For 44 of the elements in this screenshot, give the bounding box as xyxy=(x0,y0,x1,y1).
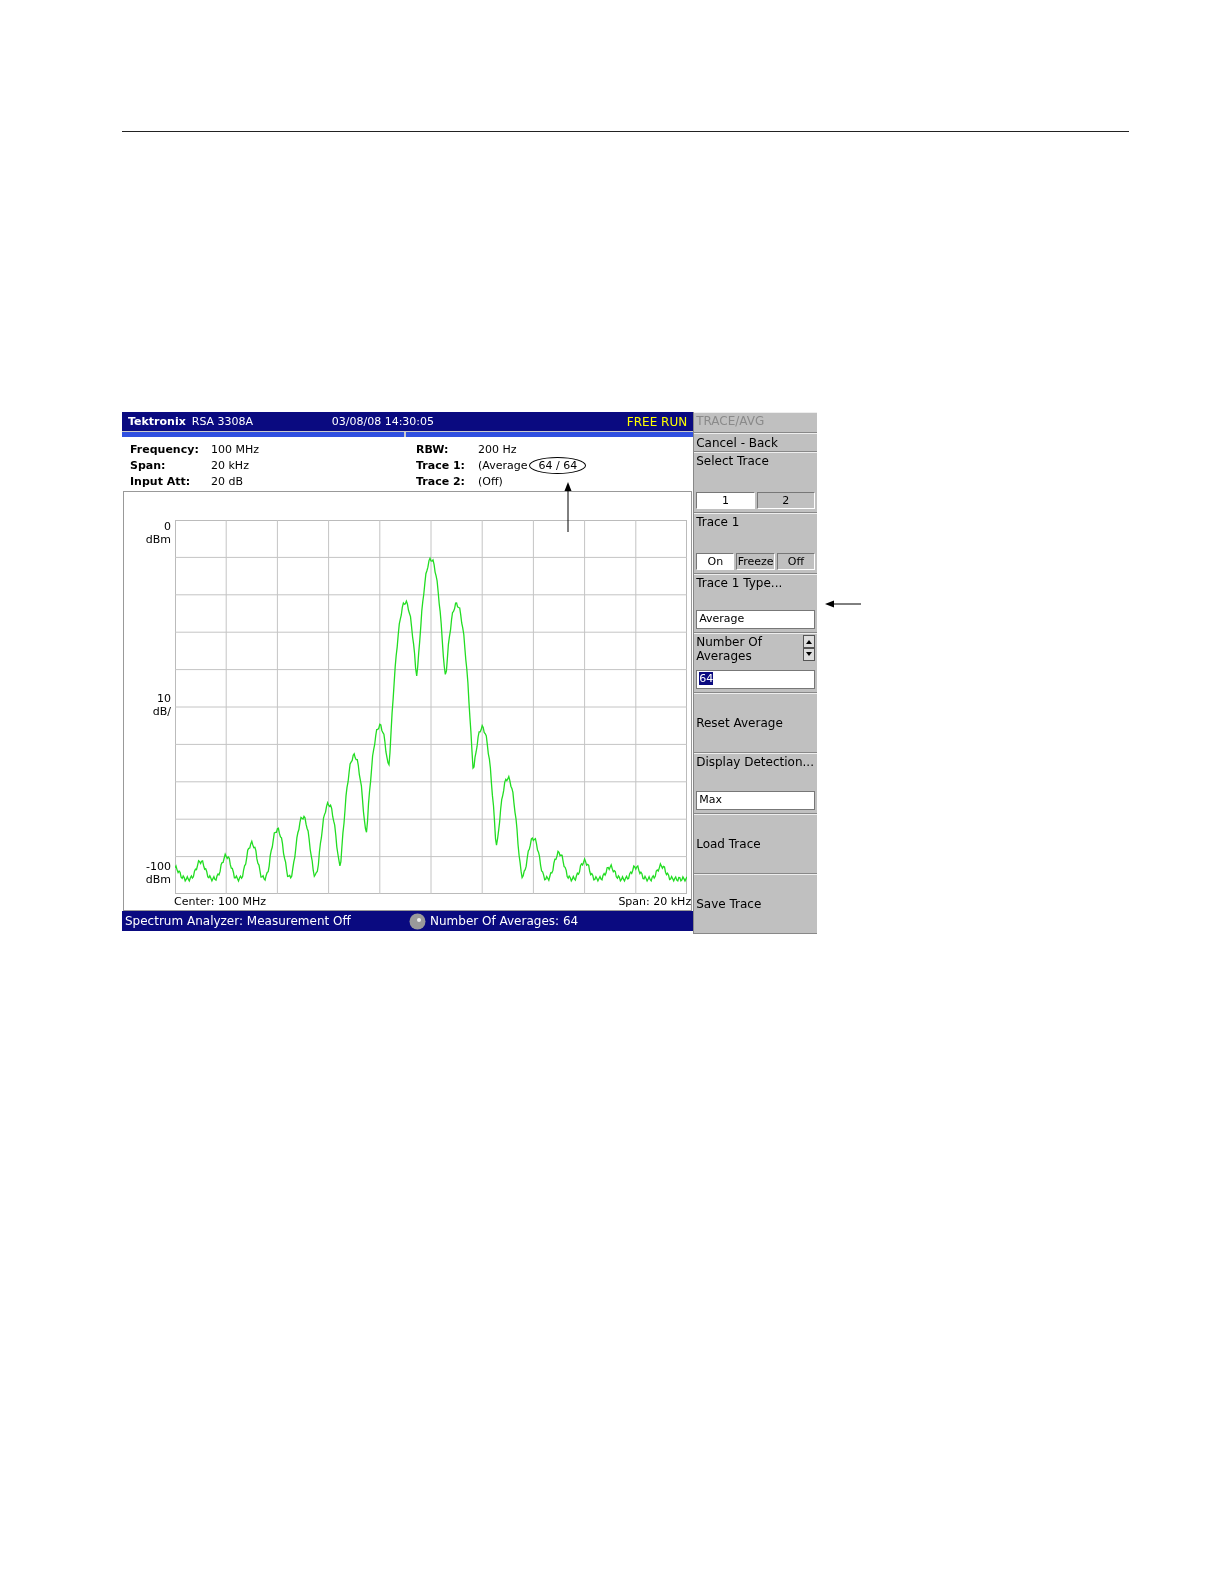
readout-value: (Average xyxy=(478,458,528,472)
option-button[interactable]: 2 xyxy=(756,492,815,509)
knob-readout: Number Of Averages: 64 xyxy=(430,914,579,928)
date-time: 03/08/08 14:30:05 xyxy=(331,415,436,428)
option-button[interactable]: Freeze xyxy=(736,553,775,570)
readout-label: Span: xyxy=(130,458,167,472)
spinner-arrows-icon[interactable] xyxy=(803,635,815,661)
knob-icon xyxy=(409,912,426,930)
softkey-button[interactable]: Cancel - Back xyxy=(696,435,815,450)
softkey-button[interactable]: Load Trace xyxy=(696,816,815,872)
softkey-label: Trace 1 xyxy=(696,515,741,529)
callout-arrow xyxy=(825,599,861,609)
value-field[interactable]: Average xyxy=(696,610,815,629)
softkey-label: Trace 1 Type... xyxy=(696,576,784,590)
softkey-label: Display Detection... xyxy=(696,755,815,769)
readout-value: 100 MHz xyxy=(211,442,260,456)
option-button[interactable]: On xyxy=(696,553,735,570)
option-button[interactable]: 1 xyxy=(696,492,755,509)
y-axis-label: -100 dBm xyxy=(145,860,171,886)
readout-label: Frequency: xyxy=(130,442,200,456)
option-button[interactable]: Off xyxy=(776,553,815,570)
value-field[interactable]: Max xyxy=(696,791,815,810)
softkey-button[interactable]: Save Trace xyxy=(696,876,815,932)
readout-value: 20 dB xyxy=(211,474,244,488)
readout-value: (Off) xyxy=(478,474,503,488)
y-axis-label: 10 dB/ xyxy=(152,692,171,718)
number-field[interactable]: 64 xyxy=(696,670,815,689)
brand-name: Tektronix xyxy=(128,415,186,428)
readout-value: 200 Hz xyxy=(478,442,517,456)
readout-label: Input Att: xyxy=(130,474,192,488)
status-text: Spectrum Analyzer: Measurement Off xyxy=(125,914,352,928)
readout-value: 20 kHz xyxy=(211,458,249,472)
span-readout: Span: 20 kHz xyxy=(618,895,692,908)
center-frequency: Center: 100 MHz xyxy=(174,895,267,908)
readout-label: RBW: xyxy=(416,442,450,456)
callout-arrow xyxy=(563,482,573,532)
softkey-label: Select Trace xyxy=(696,454,770,468)
softkey-label: Number Of Averages xyxy=(696,635,764,663)
run-status: FREE RUN xyxy=(626,414,688,429)
y-axis-label: 0 dBm xyxy=(145,520,171,546)
softkey-button[interactable]: Reset Average xyxy=(696,695,815,751)
readout-label: Trace 2: xyxy=(416,474,466,488)
model-name: RSA 3308A xyxy=(191,415,255,428)
readout-label: Trace 1: xyxy=(416,458,466,472)
